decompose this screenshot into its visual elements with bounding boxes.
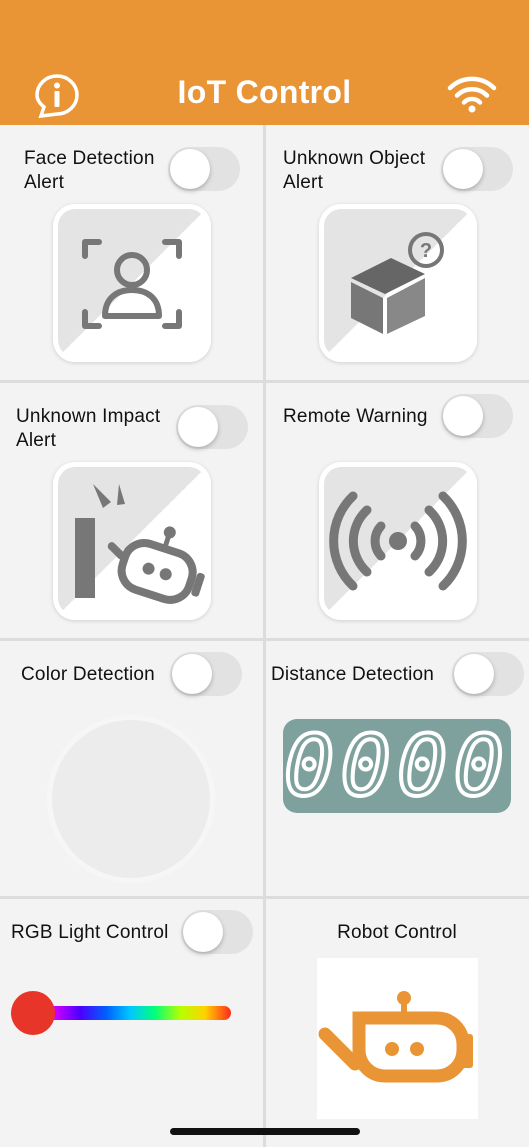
wifi-icon[interactable] [446,74,498,114]
remote-warning-label: Remote Warning [283,406,428,427]
robot-control-label: Robot Control [337,922,457,943]
remote-warning-tile[interactable] [319,462,477,620]
distance-value: 0000 [282,717,511,815]
grid-divider-vertical [263,125,266,1147]
rgb-color-slider[interactable] [30,1006,231,1020]
color-detection-label: Color Detection [21,664,155,685]
broadcast-icon [329,491,467,591]
svg-text:?: ? [420,240,432,262]
robot-impact-icon [75,484,205,604]
face-detection-label: Face Detection Alert [24,148,155,193]
distance-detection-label: Distance Detection [271,664,435,685]
face-detection-tile[interactable] [53,204,211,362]
robot-head-icon [318,991,473,1083]
unknown-impact-tile[interactable] [53,462,211,620]
rgb-light-label: RGB Light Control [11,922,169,943]
face-detection-toggle[interactable] [168,147,240,191]
unknown-box-icon: ? [351,232,444,334]
color-detection-toggle[interactable] [170,652,242,696]
distance-display: 0000 [282,717,511,815]
unknown-impact-toggle[interactable] [176,405,248,449]
unknown-object-label: Unknown Object Alert [283,148,426,193]
grid-divider-3 [0,896,529,899]
grid-divider-1 [0,380,529,383]
detected-color-swatch [52,720,210,878]
remote-warning-toggle[interactable] [441,394,513,438]
grid-divider-2 [0,638,529,641]
unknown-impact-label: Unknown Impact Alert [16,406,161,451]
rgb-slider-thumb[interactable] [11,991,55,1035]
app-header: IoT Control [0,0,529,125]
home-indicator [170,1128,360,1135]
unknown-object-tile[interactable]: ? [319,204,477,362]
unknown-object-toggle[interactable] [441,147,513,191]
face-scan-icon [82,239,182,329]
rgb-light-toggle[interactable] [181,910,253,954]
robot-control-button[interactable] [317,958,478,1119]
distance-detection-toggle[interactable] [452,652,524,696]
